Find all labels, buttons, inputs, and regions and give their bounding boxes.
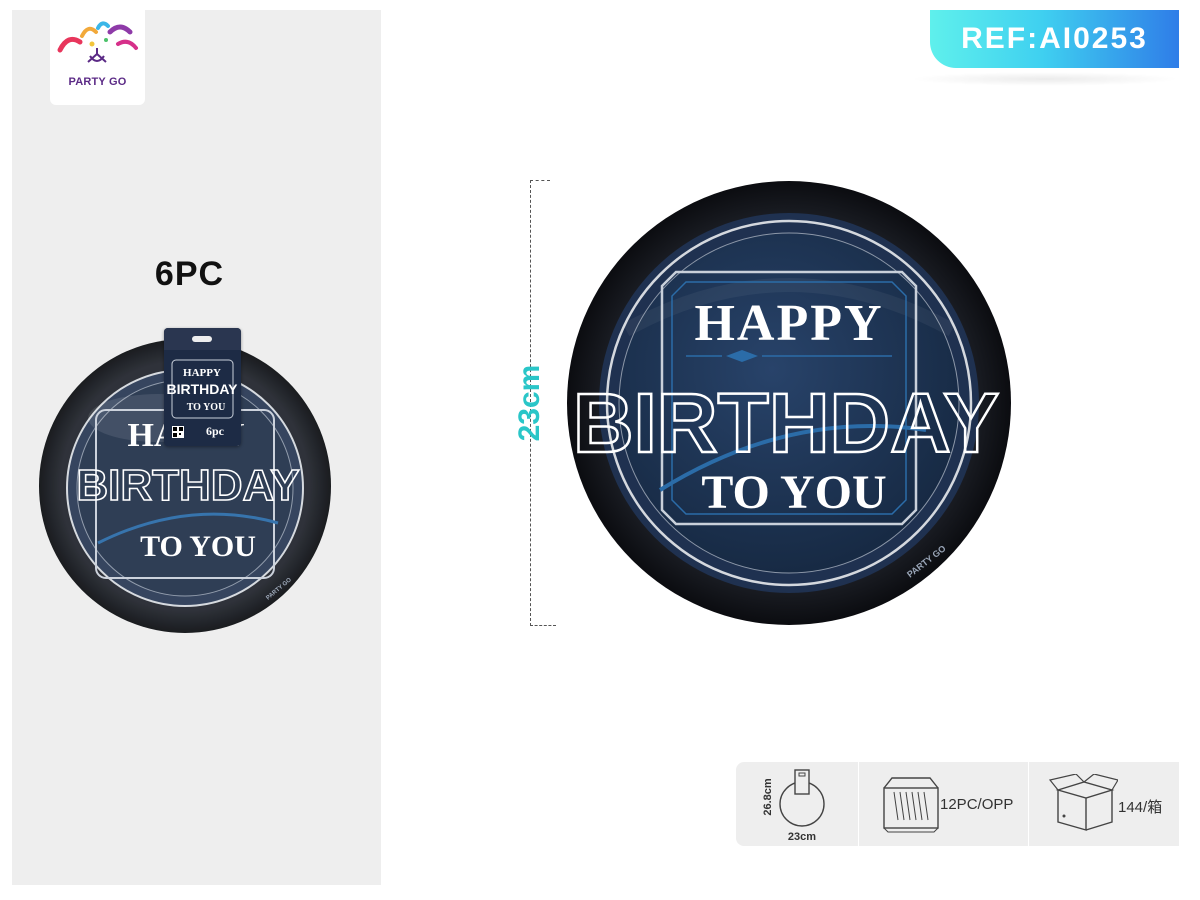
qr-code-icon [172,426,184,438]
hang-card-happy: HAPPY [183,367,221,379]
package-count-label: 6pc [206,424,224,438]
diameter-label: 23cm [513,364,546,442]
hang-tab [164,328,241,350]
pack-quantity-label: 6PC [154,255,225,293]
dimension-tick-top [530,180,550,181]
plate-text-toyou: TO YOU [701,466,886,519]
opp-bag-stack-icon [883,777,939,833]
reference-banner-shadow [910,72,1180,86]
plate-text-birthday: BIRTHDAY [573,376,999,470]
package-dimension-icon [779,769,825,827]
product-pack-panel: PARTY GO 6PC HAPPY BIRTHDAY TO YOU PARTY… [12,10,381,885]
brand-logo-text: PARTY GO [68,76,127,88]
dimension-tick-bottom [530,625,556,626]
main-plate-image: HAPPY BIRTHDAY TO YOU PARTY GO [567,181,1011,625]
spec-divider-1 [858,762,859,846]
inner-pack-label: 12PC/OPP [940,796,1014,813]
hang-card-toyou: TO YOU [187,402,226,413]
plate-text-happy: HAPPY [694,295,883,352]
package-width-label: 23cm [787,831,817,843]
spec-panel: 26.8cm 23cm 12PC/OPP 144/箱 [736,762,1179,846]
reference-code: REF:AI0253 [961,22,1148,55]
hang-card-birthday: BIRTHDAY [166,381,238,397]
party-go-logo-icon [57,21,138,63]
spec-divider-2 [1028,762,1029,846]
carton-quantity-label: 144/箱 [1118,799,1163,816]
package-height-label: 26.8cm [762,778,774,816]
carton-box-icon [1048,774,1118,831]
reference-banner: REF:AI0253 [930,10,1179,68]
package-hang-card: HAPPY BIRTHDAY TO YOU 6pc [164,328,241,446]
hang-hole [192,336,212,342]
brand-logo: PARTY GO [50,10,145,105]
hang-card-title-icon: HAPPY BIRTHDAY TO YOU [166,359,238,419]
